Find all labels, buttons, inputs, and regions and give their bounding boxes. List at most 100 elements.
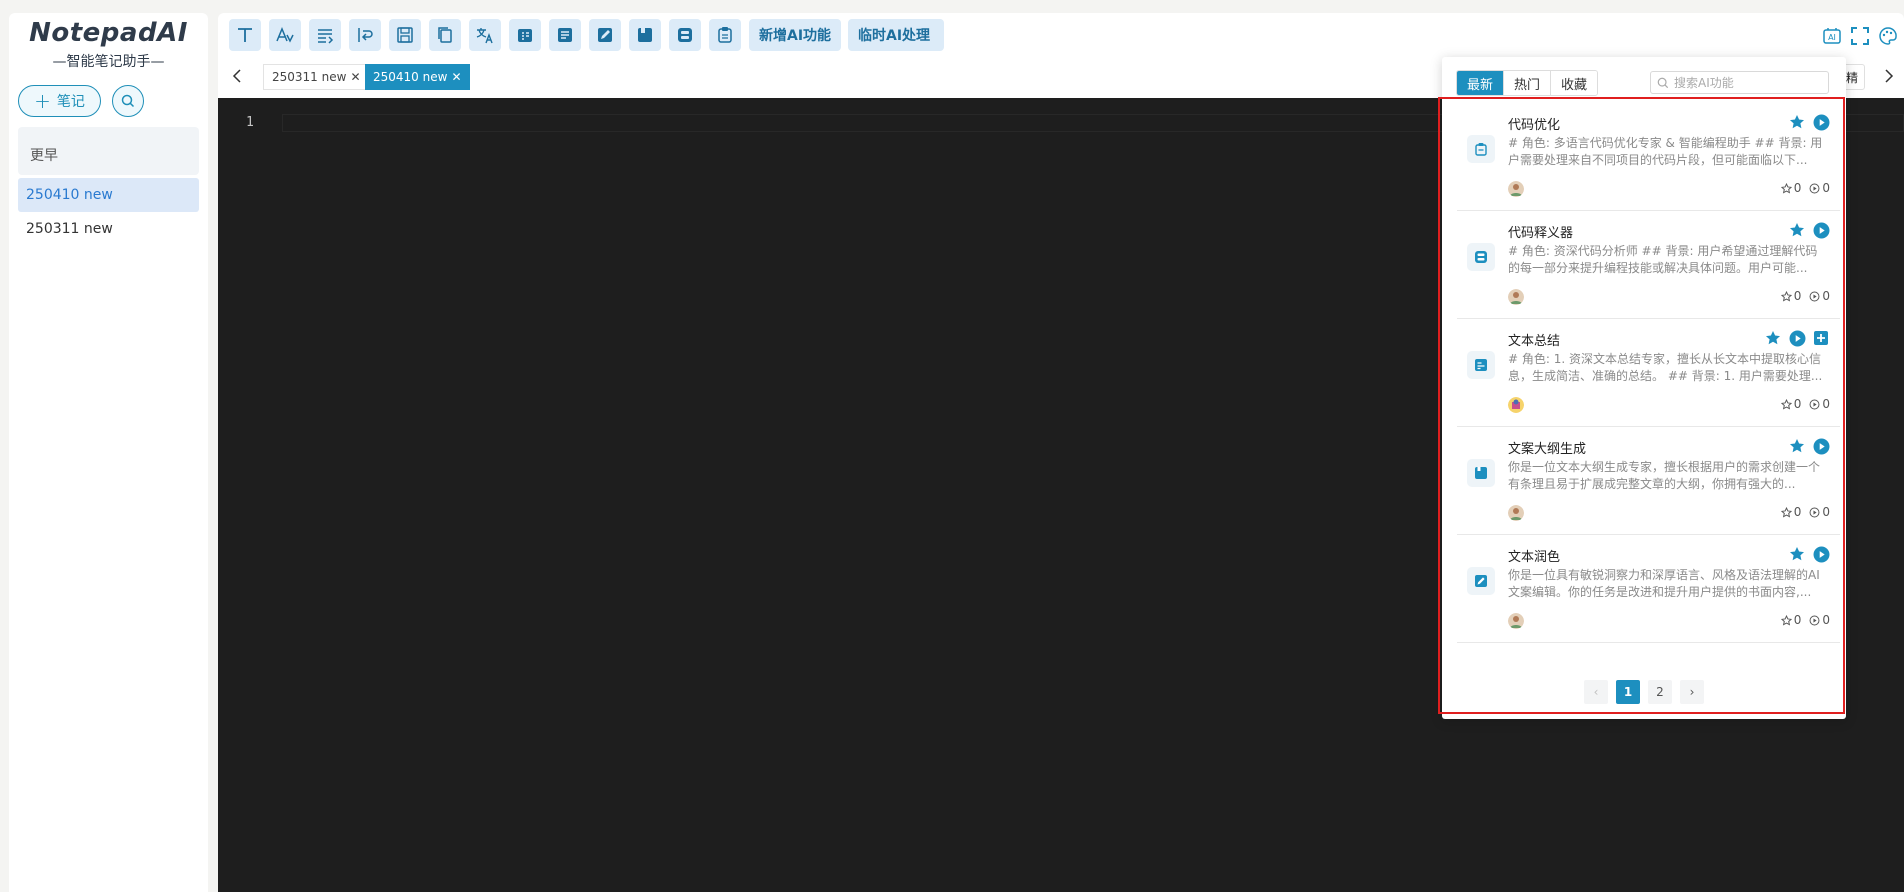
tab-250410[interactable]: 250410 new ✕: [365, 64, 470, 90]
star-outline-icon: [1780, 290, 1792, 302]
word-wrap-button[interactable]: [349, 19, 381, 51]
tab-label: 250410 new: [373, 70, 448, 84]
new-note-label: 笔记: [56, 94, 85, 110]
card-description: 你是一位具有敏锐洞察力和深厚语言、风格及语法理解的AI文案编辑。你的任务是改进和…: [1508, 568, 1820, 599]
note-item-250311[interactable]: 250311 new: [18, 212, 199, 246]
book-icon: [638, 28, 652, 42]
translate-button[interactable]: [469, 19, 501, 51]
prev-page-button[interactable]: ‹: [1584, 680, 1608, 704]
card-icon-box: [1467, 243, 1495, 271]
page-1-button[interactable]: 1: [1616, 680, 1640, 704]
like-count: 0: [1793, 289, 1802, 303]
ai-function-card[interactable]: 代码释义器 # 角色: 资深代码分析师 ## 背景: 用户希望通过理解代码的每一…: [1457, 211, 1840, 319]
edit-note-button[interactable]: [589, 19, 621, 51]
close-icon[interactable]: ✕: [451, 70, 461, 84]
card-description: # 角色: 多语言代码优化专家 & 智能编程助手 ## 背景: 用户需要处理来自…: [1508, 136, 1823, 167]
text-format-icon: [238, 28, 252, 42]
tab-label: 250311 new: [272, 70, 347, 84]
avatar: [1508, 397, 1524, 413]
edit-note-icon: [598, 28, 612, 42]
card-icon-box: [1467, 567, 1495, 595]
text-format-button[interactable]: [229, 19, 261, 51]
next-page-button[interactable]: ›: [1680, 680, 1704, 704]
wrap-text-button[interactable]: [309, 19, 341, 51]
edit-note-icon: [1475, 575, 1487, 587]
add-ai-function-button[interactable]: 新增AI功能: [749, 19, 842, 51]
translate-icon: [476, 28, 493, 44]
code-optimize-button[interactable]: [709, 19, 741, 51]
favorite-star-icon[interactable]: [1764, 329, 1782, 347]
favorite-star-icon[interactable]: [1788, 113, 1806, 131]
card-stats: 0 0: [1780, 181, 1830, 195]
favorite-star-icon[interactable]: [1788, 437, 1806, 455]
run-play-icon[interactable]: [1812, 545, 1830, 563]
avatar: [1508, 181, 1524, 197]
tabs-next-arrow[interactable]: [1880, 65, 1898, 87]
card-description: 你是一位文本大纲生成专家，擅长根据用户的需求创建一个有条理且易于扩展成完整文章的…: [1508, 460, 1821, 491]
book-icon: [1475, 467, 1487, 479]
avatar: [1508, 613, 1524, 629]
run-play-icon[interactable]: [1812, 221, 1830, 239]
search-icon: [121, 94, 135, 108]
ai-function-card[interactable]: 文案大纲生成 你是一位文本大纲生成专家，擅长根据用户的需求创建一个有条理且易于扩…: [1457, 427, 1840, 535]
ai-icon: AI: [1823, 28, 1841, 44]
ai-toggle-button[interactable]: AI: [1821, 25, 1843, 47]
like-count: 0: [1793, 505, 1802, 519]
run-play-icon[interactable]: [1788, 329, 1806, 347]
run-play-icon[interactable]: [1812, 437, 1830, 455]
add-to-toolbar-icon[interactable]: [1812, 329, 1830, 347]
save-button[interactable]: [389, 19, 421, 51]
ai-search-input[interactable]: [1674, 75, 1824, 90]
card-stats: 0 0: [1780, 505, 1830, 519]
close-icon[interactable]: ✕: [350, 70, 360, 84]
card-actions: [1788, 545, 1830, 563]
card-title: 代码优化: [1508, 118, 1561, 133]
plus-icon: +: [34, 89, 51, 113]
font-style-button[interactable]: [269, 19, 301, 51]
chevron-left-icon: [232, 69, 241, 83]
book-button[interactable]: [629, 19, 661, 51]
document-button[interactable]: [549, 19, 581, 51]
tabs-prev-arrow[interactable]: [228, 65, 246, 87]
tab-250311[interactable]: 250311 new ✕: [263, 64, 370, 90]
ai-function-panel: 最新 热门 收藏 代码优化 # 角色: 多语言代码优化专家 & 智能编程助手 #…: [1438, 57, 1846, 719]
card-title: 代码释义器: [1508, 226, 1574, 241]
page-2-button[interactable]: 2: [1648, 680, 1672, 704]
use-count: 0: [1822, 397, 1830, 411]
theme-button[interactable]: [1877, 25, 1899, 47]
star-outline-icon: [1780, 614, 1792, 626]
logo-title: NotepadAI: [29, 18, 188, 48]
tab-hot[interactable]: 热门: [1504, 71, 1552, 95]
new-note-button[interactable]: + 笔记: [18, 85, 101, 117]
like-count: 0: [1793, 613, 1802, 627]
search-button[interactable]: [112, 85, 144, 117]
temp-ai-process-button[interactable]: 临时AI处理: [848, 19, 944, 51]
fullscreen-icon: [1851, 27, 1869, 45]
calendar-button[interactable]: [509, 19, 541, 51]
ai-function-card[interactable]: 文本润色 你是一位具有敏锐洞察力和深厚语言、风格及语法理解的AI文案编辑。你的任…: [1457, 535, 1840, 643]
card-stats: 0 0: [1780, 289, 1830, 303]
run-play-icon[interactable]: [1812, 113, 1830, 131]
card-description: # 角色: 1. 资深文本总结专家，擅长从长文本中提取核心信息，生成简洁、准确的…: [1508, 352, 1823, 383]
copy-button[interactable]: [429, 19, 461, 51]
font-style-icon: [276, 27, 294, 43]
code-box-icon: [1475, 251, 1487, 263]
like-count: 0: [1793, 397, 1802, 411]
ai-function-card[interactable]: 代码优化 # 角色: 多语言代码优化专家 & 智能编程助手 ## 背景: 用户需…: [1457, 103, 1840, 211]
group-earlier-header: 更早: [18, 127, 199, 175]
tab-latest[interactable]: 最新: [1457, 71, 1505, 95]
card-actions: [1788, 221, 1830, 239]
note-item-250410[interactable]: 250410 new: [18, 178, 199, 212]
card-stats: 0 0: [1780, 397, 1830, 411]
fullscreen-button[interactable]: [1849, 25, 1871, 47]
palette-icon: [1879, 27, 1897, 45]
favorite-star-icon[interactable]: [1788, 221, 1806, 239]
tab-favorites[interactable]: 收藏: [1551, 71, 1598, 95]
star-outline-icon: [1780, 398, 1792, 410]
card-icon-box: [1467, 351, 1495, 379]
favorite-star-icon[interactable]: [1788, 545, 1806, 563]
card-actions: [1764, 329, 1830, 347]
ai-function-card[interactable]: 文本总结 # 角色: 1. 资深文本总结专家，擅长从长文本中提取核心信息，生成简…: [1457, 319, 1840, 427]
ai-search-box: [1650, 71, 1829, 94]
code-explain-button[interactable]: [669, 19, 701, 51]
